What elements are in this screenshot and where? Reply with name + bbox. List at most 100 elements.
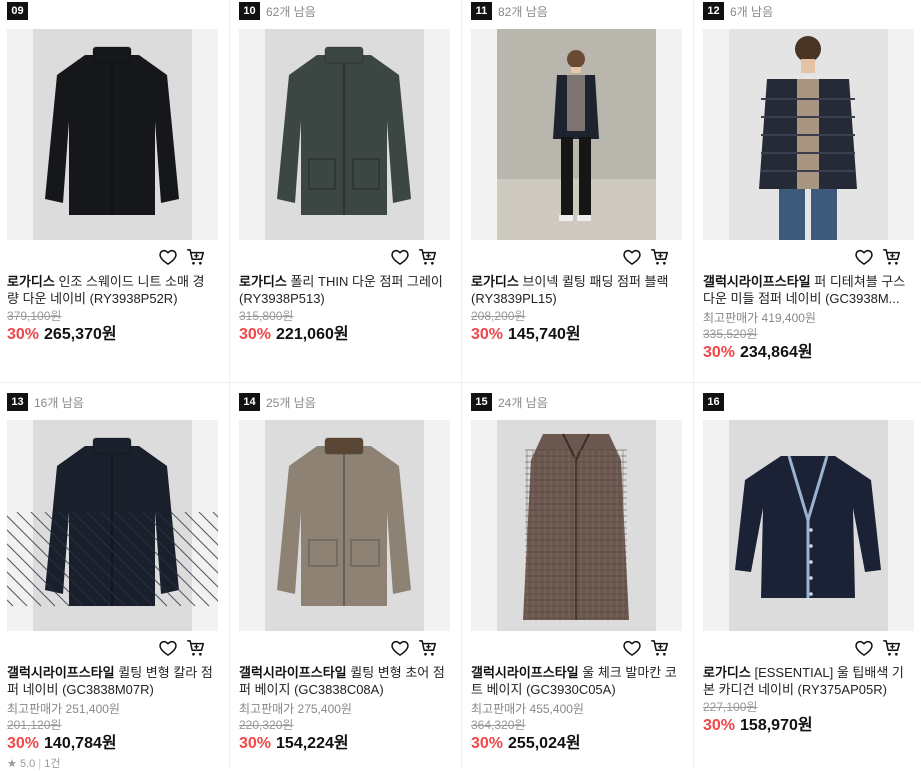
heart-icon[interactable] (158, 638, 178, 658)
brand-name: 갤럭시라이프스타일 (471, 665, 579, 680)
stock-remaining: 6개 남음 (730, 4, 774, 19)
product-image[interactable] (7, 29, 218, 240)
rank-badge: 10 (239, 2, 260, 20)
card-actions (854, 247, 902, 267)
cart-icon[interactable] (418, 247, 438, 267)
brand-name: 로가디스 (7, 274, 55, 289)
stock-remaining: 25개 남음 (266, 395, 316, 410)
product-card[interactable]: 15 24개 남음갤럭시라이프스타일 울 체크 발마칸 코트 베이지 (GC393… (464, 391, 696, 769)
stock-remaining: 62개 남음 (266, 4, 316, 19)
original-price: 335,520원 (703, 327, 758, 341)
price-row: 30% 221,060원 (239, 325, 445, 345)
card-actions (158, 247, 206, 267)
row-divider (0, 382, 921, 383)
rating-row: ★ 5.0 | 1건 (7, 758, 61, 770)
card-actions (622, 247, 670, 267)
discount-rate: 30% (703, 344, 736, 361)
card-actions (622, 638, 670, 658)
price-row: 30% 265,370원 (7, 325, 213, 345)
product-title[interactable]: 갤럭시라이프스타일 퀼팅 변형 칼라 점퍼 네이비 (GC3838M07R) (7, 664, 213, 698)
sale-price: 234,864원 (740, 344, 813, 361)
sale-price: 265,370원 (44, 326, 117, 343)
product-card[interactable]: 16 로가디스 [ESSENTIAL] 울 팁배색 기본 카디건 네이비 (RY3… (696, 391, 921, 769)
heart-icon[interactable] (390, 638, 410, 658)
heart-icon[interactable] (390, 247, 410, 267)
product-title[interactable]: 갤럭시라이프스타일 울 체크 발마칸 코트 베이지 (GC3930C05A) (471, 664, 677, 698)
price-row: 30% 145,740원 (471, 325, 677, 345)
cart-icon[interactable] (650, 247, 670, 267)
product-image[interactable] (471, 420, 682, 631)
product-image[interactable] (239, 420, 450, 631)
heart-icon[interactable] (622, 247, 642, 267)
heart-icon[interactable] (622, 638, 642, 658)
rank-row: 14 25개 남음 (239, 393, 316, 411)
rank-row: 16 (703, 393, 724, 411)
sale-price: 255,024원 (508, 735, 581, 752)
price-row: 30% 158,970원 (703, 716, 909, 736)
rank-badge: 14 (239, 393, 260, 411)
cart-icon[interactable] (882, 638, 902, 658)
product-title[interactable]: 갤럭시라이프스타일 퀼팅 변형 초어 점퍼 베이지 (GC3838C08A) (239, 664, 445, 698)
rank-badge: 15 (471, 393, 492, 411)
product-title[interactable]: 갤럭시라이프스타일 퍼 디테쳐블 구스다운 미들 점퍼 네이비 (GC3938M… (703, 273, 909, 307)
brand-name: 갤럭시라이프스타일 (239, 665, 347, 680)
rank-row: 11 82개 남음 (471, 2, 548, 20)
star-icon: ★ (7, 758, 17, 770)
product-info: 갤럭시라이프스타일 퀼팅 변형 초어 점퍼 베이지 (GC3838C08A) 최고… (239, 664, 445, 754)
brand-name: 로가디스 (471, 274, 519, 289)
cart-icon[interactable] (650, 638, 670, 658)
discount-rate: 30% (703, 717, 736, 734)
product-card[interactable]: 10 62개 남음로가디스 폴리 THIN 다운 점퍼 그레이 (RY3938P5… (232, 0, 464, 378)
product-card[interactable]: 13 16개 남음갤럭시라이프스타일 퀼팅 변형 칼라 점퍼 네이비 (GC383… (0, 391, 232, 771)
heart-icon[interactable] (854, 638, 874, 658)
product-title[interactable]: 로가디스 브이넥 퀼팅 패딩 점퍼 블랙 (RY3839PL15) (471, 273, 677, 307)
rank-row: 12 6개 남음 (703, 2, 773, 20)
max-price: 최고판매가 275,400원 (239, 702, 352, 716)
discount-rate: 30% (471, 326, 504, 343)
product-title[interactable]: 로가디스 [ESSENTIAL] 울 팁배색 기본 카디건 네이비 (RY375… (703, 664, 909, 698)
cart-icon[interactable] (186, 638, 206, 658)
original-price: 201,120원 (7, 718, 62, 732)
card-actions (390, 247, 438, 267)
product-info: 갤럭시라이프스타일 울 체크 발마칸 코트 베이지 (GC3930C05A) 최고… (471, 664, 677, 754)
product-title[interactable]: 로가디스 인조 스웨이드 니트 소매 경량 다운 네이비 (RY3938P52R… (7, 273, 213, 307)
rank-row: 10 62개 남음 (239, 2, 316, 20)
discount-rate: 30% (239, 326, 272, 343)
max-price: 최고판매가 419,400원 (703, 311, 816, 325)
stock-remaining: 16개 남음 (34, 395, 84, 410)
brand-name: 갤럭시라이프스타일 (703, 274, 811, 289)
discount-rate: 30% (239, 735, 272, 752)
original-price: 227,100원 (703, 700, 758, 714)
cart-icon[interactable] (186, 247, 206, 267)
product-image[interactable] (703, 29, 914, 240)
product-card[interactable]: 14 25개 남음갤럭시라이프스타일 퀼팅 변형 초어 점퍼 베이지 (GC383… (232, 391, 464, 769)
product-card[interactable]: 12 6개 남음갤럭시라이프스타일 퍼 디테쳐블 구스다운 미들 점퍼 네이비 (… (696, 0, 921, 378)
brand-name: 로가디스 (703, 665, 751, 680)
product-image[interactable] (7, 420, 218, 631)
heart-icon[interactable] (158, 247, 178, 267)
product-card[interactable]: 11 82개 남음로가디스 브이넥 퀼팅 패딩 점퍼 블랙 (RY3839PL15… (464, 0, 696, 378)
product-image[interactable] (471, 29, 682, 240)
heart-icon[interactable] (854, 247, 874, 267)
card-actions (158, 638, 206, 658)
sale-price: 145,740원 (508, 326, 581, 343)
product-image[interactable] (239, 29, 450, 240)
sale-price: 154,224원 (276, 735, 349, 752)
rank-row: 09 (7, 2, 28, 20)
rank-row: 13 16개 남음 (7, 393, 84, 411)
product-info: 갤럭시라이프스타일 퀼팅 변형 칼라 점퍼 네이비 (GC3838M07R) 최고… (7, 664, 213, 771)
cart-icon[interactable] (882, 247, 902, 267)
sale-price: 221,060원 (276, 326, 349, 343)
cart-icon[interactable] (418, 638, 438, 658)
rank-row: 15 24개 남음 (471, 393, 548, 411)
product-info: 로가디스 브이넥 퀼팅 패딩 점퍼 블랙 (RY3839PL15) 208,200… (471, 273, 677, 345)
price-row: 30% 154,224원 (239, 734, 445, 754)
price-row: 30% 140,784원 (7, 734, 213, 754)
discount-rate: 30% (7, 735, 40, 752)
product-card[interactable]: 09 로가디스 인조 스웨이드 니트 소매 경량 다운 네이비 (RY3938P5… (0, 0, 232, 378)
product-title[interactable]: 로가디스 폴리 THIN 다운 점퍼 그레이 (RY3938P513) (239, 273, 445, 307)
product-image[interactable] (703, 420, 914, 631)
product-info: 로가디스 인조 스웨이드 니트 소매 경량 다운 네이비 (RY3938P52R… (7, 273, 213, 345)
rank-badge: 11 (471, 2, 492, 20)
card-actions (390, 638, 438, 658)
